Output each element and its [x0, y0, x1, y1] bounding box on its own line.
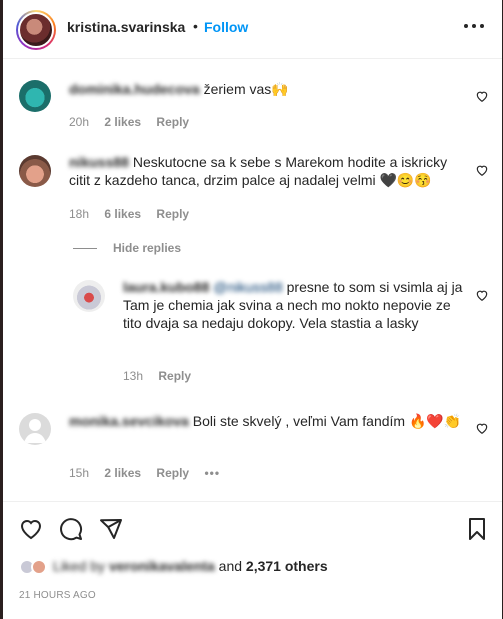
comment-body: dominika.hudecova žeriem vas🙌 — [69, 80, 469, 98]
comment-body: laura.kubo88 @nikuss88 presne to som si … — [123, 278, 468, 332]
author-username[interactable]: kristina.svarinska — [67, 19, 185, 35]
commenter-username[interactable]: monika.sevcikova — [69, 413, 189, 429]
heart-icon[interactable] — [475, 288, 489, 302]
comment-options-icon[interactable]: ••• — [204, 466, 220, 480]
author-avatar[interactable] — [16, 10, 56, 50]
comment-icon[interactable] — [59, 517, 83, 541]
liked-by-prefix: Liked by — [52, 558, 106, 574]
post-detail-panel: kristina.svarinska • Follow dominika.hud… — [3, 0, 502, 619]
hide-replies-label: Hide replies — [113, 241, 182, 255]
likes-count-link[interactable]: 2,371 others — [246, 558, 328, 574]
commenter-username[interactable]: dominika.hudecova — [69, 81, 200, 97]
comment-body: nikuss88 Neskutocne sa k sebe s Marekom … — [69, 153, 469, 189]
comment-time[interactable]: 13h — [123, 369, 143, 383]
comment-meta: 15h 2 likes Reply ••• — [69, 466, 220, 480]
reply-button[interactable]: Reply — [156, 115, 189, 129]
comment-likes[interactable]: 2 likes — [104, 466, 141, 480]
divider-line — [73, 248, 97, 250]
liked-by-summary: Liked by veronikavalenta and 2,371 other… — [19, 558, 328, 576]
liked-by-user[interactable]: veronikavalenta — [109, 558, 215, 574]
bookmark-icon[interactable] — [465, 517, 489, 541]
like-heart-icon[interactable] — [19, 517, 43, 541]
comment-time[interactable]: 20h — [69, 115, 89, 129]
comment-meta: 18h 6 likes Reply — [69, 207, 189, 221]
more-options-icon[interactable] — [464, 22, 484, 30]
liker-avatars[interactable] — [19, 559, 49, 576]
comment-text: žeriem vas🙌 — [203, 81, 289, 97]
separator-dot: • — [193, 18, 198, 34]
reply-button[interactable]: Reply — [158, 369, 191, 383]
share-icon[interactable] — [99, 517, 123, 541]
reply-button[interactable]: Reply — [156, 466, 189, 480]
post-timestamp[interactable]: 21 HOURS AGO — [19, 590, 96, 601]
commenter-avatar[interactable] — [19, 413, 51, 445]
comment-text: Boli ste skvelý , veľmi Vam fandím 🔥❤️👏 — [192, 413, 462, 429]
heart-icon[interactable] — [475, 163, 489, 177]
comment-time[interactable]: 15h — [69, 466, 89, 480]
mention-link[interactable]: @nikuss88 — [213, 279, 282, 295]
comment-body: monika.sevcikova Boli ste skvelý , veľmi… — [69, 412, 469, 430]
commenter-username[interactable]: nikuss88 — [69, 154, 129, 170]
post-actions-bar: Liked by veronikavalenta and 2,371 other… — [3, 501, 502, 619]
heart-icon[interactable] — [475, 89, 489, 103]
commenter-avatar[interactable] — [19, 155, 51, 187]
commenter-avatar[interactable] — [73, 280, 105, 312]
comment-meta: 20h 2 likes Reply — [69, 115, 189, 129]
reply-button[interactable]: Reply — [156, 207, 189, 221]
comment-time[interactable]: 18h — [69, 207, 89, 221]
follow-button[interactable]: Follow — [204, 19, 248, 35]
post-header: kristina.svarinska • Follow — [3, 0, 502, 59]
comment-meta: 13h Reply — [123, 369, 191, 383]
liked-by-and: and — [218, 558, 243, 574]
commenter-username[interactable]: laura.kubo88 — [123, 279, 209, 295]
comment-likes[interactable]: 6 likes — [104, 207, 141, 221]
commenter-avatar[interactable] — [19, 80, 51, 112]
heart-icon[interactable] — [475, 421, 489, 435]
hide-replies-button[interactable]: Hide replies — [73, 241, 181, 255]
comment-likes[interactable]: 2 likes — [104, 115, 141, 129]
